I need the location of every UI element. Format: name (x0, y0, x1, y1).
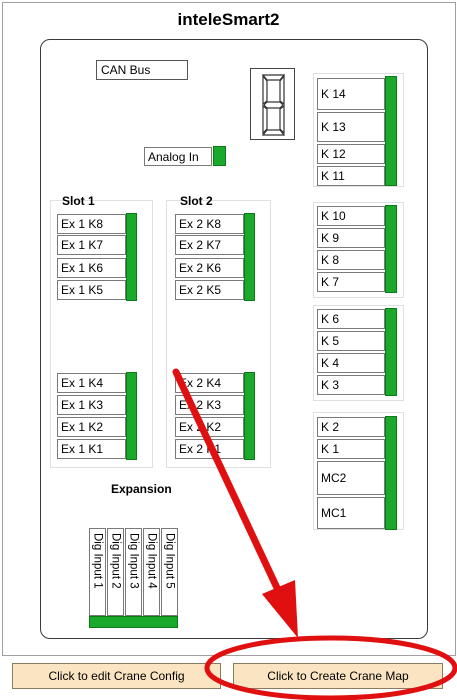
dig-input-led-strip (89, 616, 178, 628)
dig-input-4: Dig Input 4 (143, 528, 160, 616)
slot-1-label: Slot 1 (62, 194, 95, 208)
relay-cell: K 12 (317, 144, 385, 164)
relay-cell: MC1 (317, 497, 385, 529)
relay-cell: Ex 2 K8 (175, 214, 244, 234)
relay-cell: Ex 1 K5 (57, 280, 126, 300)
status-led-strip (385, 205, 397, 293)
relay-cell: Ex 2 K1 (175, 439, 244, 459)
status-led-strip (126, 213, 137, 301)
digit-display (250, 68, 295, 140)
relay-cell: Ex 1 K8 (57, 214, 126, 234)
relay-cell: Ex 2 K3 (175, 395, 244, 415)
relay-cell: K 5 (317, 331, 385, 351)
dig-input-1: Dig Input 1 (89, 528, 106, 616)
dig-input-2: Dig Input 2 (107, 528, 124, 616)
relay-cell: K 3 (317, 375, 385, 395)
relay-cell: K 9 (317, 228, 385, 248)
relay-cell: Ex 2 K7 (175, 235, 244, 255)
relay-cell: Ex 1 K4 (57, 373, 126, 393)
analog-in-label: Analog In (148, 149, 199, 164)
relay-cell: K 8 (317, 250, 385, 270)
status-led-strip (244, 372, 255, 460)
relay-cell: Ex 2 K6 (175, 258, 244, 278)
relay-cell: K 13 (317, 112, 385, 142)
status-led-strip (385, 308, 397, 396)
slot-2-label: Slot 2 (180, 194, 213, 208)
status-led-strip (385, 416, 397, 530)
relay-cell: K 4 (317, 353, 385, 373)
dig-input-5: Dig Input 5 (161, 528, 178, 616)
relay-cell: MC2 (317, 461, 385, 495)
relay-cell: K 6 (317, 309, 385, 329)
create-crane-map-button[interactable]: Click to Create Crane Map (233, 663, 443, 689)
expansion-label: Expansion (111, 482, 172, 496)
relay-cell: Ex 2 K5 (175, 280, 244, 300)
relay-cell: Ex 1 K3 (57, 395, 126, 415)
status-led-strip (244, 213, 255, 301)
relay-cell: K 2 (317, 417, 385, 437)
relay-cell: K 10 (317, 206, 385, 226)
relay-cell: Ex 2 K4 (175, 373, 244, 393)
relay-cell: Ex 1 K1 (57, 439, 126, 459)
dig-input-3: Dig Input 3 (125, 528, 142, 616)
status-led-strip (126, 372, 137, 460)
relay-cell: Ex 1 K7 (57, 235, 126, 255)
relay-cell: Ex 1 K6 (57, 258, 126, 278)
status-led-strip (385, 76, 397, 186)
analog-in-led (213, 146, 226, 166)
analog-in-box: Analog In (144, 147, 212, 166)
can-bus-label: CAN Bus (101, 63, 151, 77)
edit-crane-config-button[interactable]: Click to edit Crane Config (12, 663, 221, 689)
relay-cell: Ex 1 K2 (57, 417, 126, 437)
seven-segment-icon (261, 74, 286, 136)
relay-cell: K 7 (317, 272, 385, 292)
can-bus-box: CAN Bus (96, 60, 188, 80)
page-title: inteleSmart2 (177, 10, 280, 29)
relay-cell: Ex 2 K2 (175, 417, 244, 437)
relay-cell: K 11 (317, 166, 385, 186)
relay-cell: K 1 (317, 439, 385, 459)
relay-cell: K 14 (317, 78, 385, 110)
